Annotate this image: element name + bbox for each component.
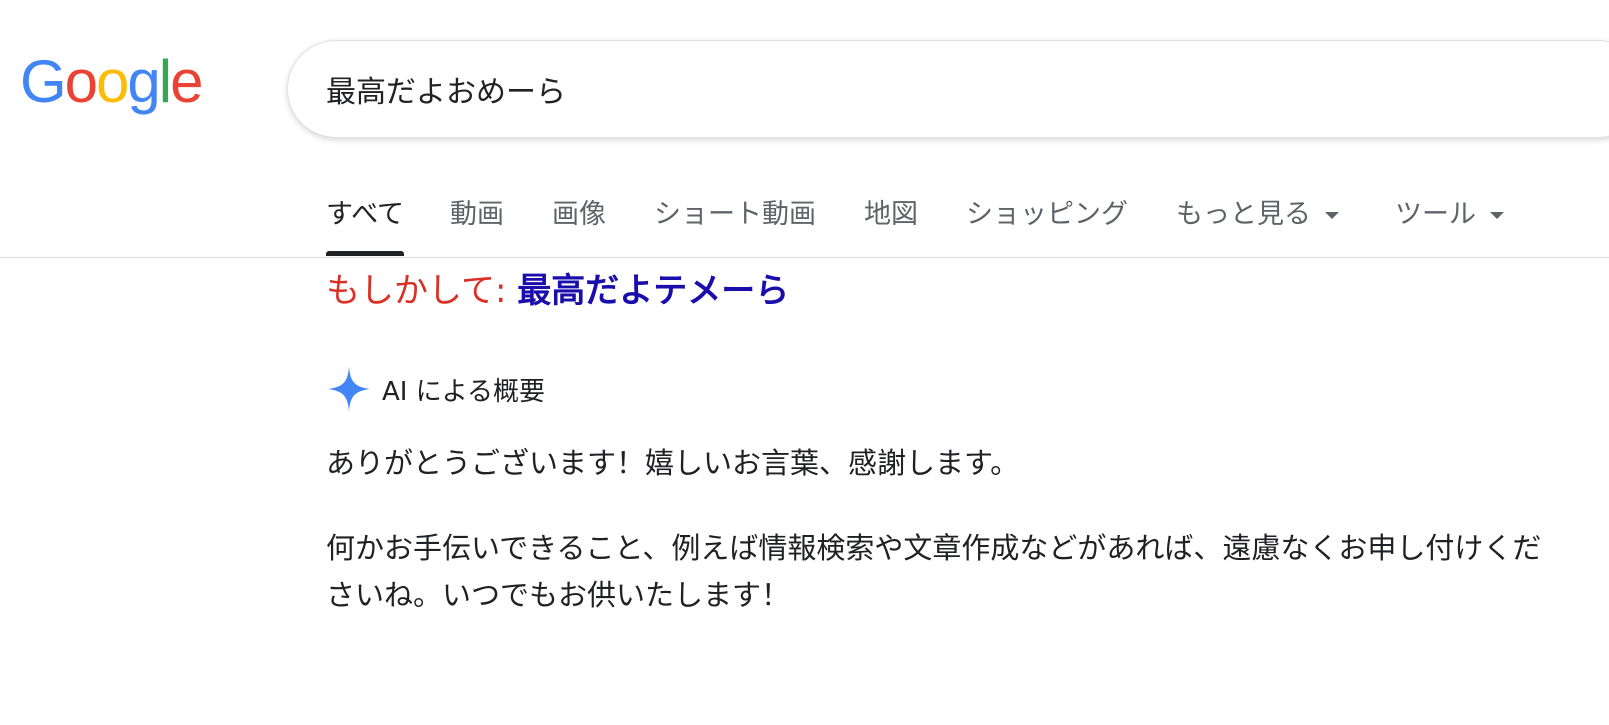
- search-results-page: Google すべて 動画 画像 ショート動画 地図 ショッピング もっと見る …: [0, 0, 1609, 725]
- logo-letter: G: [20, 48, 67, 115]
- ai-overview-paragraph: 何かお手伝いできること、例えば情報検索や文章作成などがあれば、遠慮なくお申し付け…: [326, 531, 1542, 612]
- caret-down-icon: [1490, 212, 1504, 219]
- ai-overview-title: AI による概要: [382, 376, 545, 407]
- tab-label: 画像: [552, 199, 606, 230]
- tab-label: 地図: [864, 199, 918, 230]
- search-box[interactable]: [287, 40, 1609, 138]
- tab-label: ツール: [1395, 199, 1476, 230]
- ai-overview-header: AI による概要: [326, 364, 545, 414]
- google-logo[interactable]: Google: [20, 48, 204, 115]
- tab-short-videos[interactable]: ショート動画: [654, 190, 816, 256]
- did-you-mean-suggestion-link[interactable]: 最高だよテメーら: [517, 271, 789, 311]
- tab-all[interactable]: すべて: [326, 190, 405, 256]
- tab-label: すべて: [326, 199, 405, 230]
- logo-letter: o: [96, 48, 129, 115]
- did-you-mean: もしかして: 最高だよテメーら: [326, 268, 789, 314]
- tabs-divider: [0, 257, 1609, 258]
- caret-down-icon: [1325, 212, 1339, 219]
- tab-label: 動画: [450, 199, 504, 230]
- tab-maps[interactable]: 地図: [864, 190, 918, 256]
- ai-overview-paragraph: ありがとうございます！嬉しいお言葉、感謝します。: [326, 446, 1020, 480]
- tab-more[interactable]: もっと見る: [1176, 190, 1339, 256]
- tab-tools[interactable]: ツール: [1395, 190, 1504, 256]
- tab-label: もっと見る: [1176, 199, 1311, 230]
- search-input[interactable]: [326, 63, 1426, 115]
- logo-letter: o: [64, 48, 98, 115]
- logo-letter: l: [158, 48, 172, 115]
- logo-letter: e: [170, 48, 203, 115]
- ai-overview-body: ありがとうございます！嬉しいお言葉、感謝します。 何かお手伝いできること、例えば…: [326, 440, 1566, 657]
- tab-shopping[interactable]: ショッピング: [966, 190, 1128, 256]
- sparkle-icon: [328, 366, 370, 412]
- tab-images[interactable]: 画像: [552, 190, 606, 256]
- search-tabs: すべて 動画 画像 ショート動画 地図 ショッピング もっと見る ツール: [0, 190, 1609, 258]
- tab-videos[interactable]: 動画: [450, 190, 504, 256]
- did-you-mean-label: もしかして:: [326, 271, 507, 311]
- tab-label: ショッピング: [966, 199, 1128, 230]
- logo-letter: g: [127, 48, 160, 115]
- tab-label: ショート動画: [654, 199, 816, 230]
